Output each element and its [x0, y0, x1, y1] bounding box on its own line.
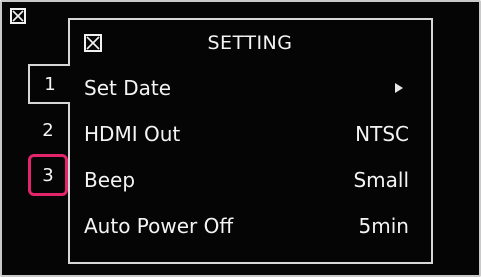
tab-2-label: 2 [42, 119, 54, 141]
close-x-glyph [12, 10, 24, 22]
menu-title: SETTING [207, 32, 293, 54]
menu-row-set-date[interactable]: Set Date [70, 66, 431, 112]
row-label: Beep [84, 168, 136, 192]
camera-screen: 1 2 3 SETTING Set Date HDMI Out NTSC Bee… [0, 0, 481, 277]
row-value: Small [353, 168, 409, 192]
menu-row-auto-power-off[interactable]: Auto Power Off 5min [70, 204, 431, 250]
menu-rows: Set Date HDMI Out NTSC Beep Small Auto P… [70, 66, 431, 250]
menu-row-hdmi-out[interactable]: HDMI Out NTSC [70, 112, 431, 158]
setting-menu: SETTING Set Date HDMI Out NTSC Beep Smal… [68, 18, 433, 264]
menu-row-beep[interactable]: Beep Small [70, 158, 431, 204]
row-label: HDMI Out [84, 122, 181, 146]
row-label: Set Date [84, 76, 172, 100]
tab-3-label: 3 [42, 164, 54, 186]
row-label: Auto Power Off [84, 214, 234, 238]
tab-1-label: 1 [44, 73, 56, 95]
menu-header: SETTING [70, 20, 431, 66]
menu-close-icon[interactable] [84, 34, 102, 52]
row-value: 5min [358, 214, 409, 238]
tab-1[interactable]: 1 [28, 64, 70, 104]
row-value: NTSC [355, 122, 409, 146]
menu-close-x-glyph [86, 36, 100, 50]
close-icon[interactable] [10, 8, 26, 24]
submenu-arrow-icon [395, 83, 403, 93]
tab-2[interactable]: 2 [28, 110, 68, 150]
tab-3[interactable]: 3 [28, 154, 68, 196]
